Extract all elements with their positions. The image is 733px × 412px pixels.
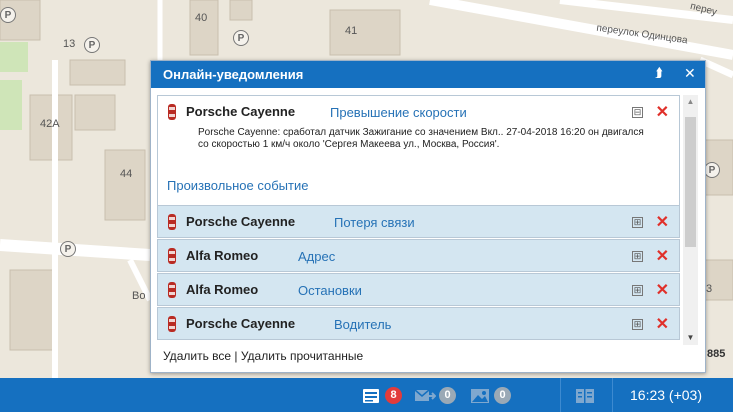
custom-event-link[interactable]: Произвольное событие: [167, 178, 308, 193]
close-panel-icon[interactable]: ✕: [684, 65, 696, 82]
event-type: Адрес: [298, 249, 336, 264]
vehicle-name: Alfa Romeo: [186, 248, 259, 263]
mail-forward-icon: [414, 389, 436, 401]
parking-icon[interactable]: P: [233, 30, 249, 46]
delete-read-link[interactable]: Удалить прочитанные: [241, 349, 363, 363]
notification-description: Porsche Cayenne: сработал датчик Зажиган…: [198, 127, 644, 150]
taskbar-divider: [560, 378, 561, 412]
parking-icon[interactable]: P: [84, 37, 100, 53]
map-label-building-3: 3: [706, 283, 713, 295]
car-icon: [168, 248, 176, 264]
parking-icon[interactable]: P: [0, 7, 16, 23]
car-icon: [168, 104, 176, 120]
notification-item[interactable]: Porsche Cayenne Водитель ⊞ ✕: [157, 307, 680, 340]
delete-item-button[interactable]: ✕: [656, 280, 669, 300]
messages-button[interactable]: 0: [414, 387, 460, 405]
notification-item[interactable]: Alfa Romeo Остановки ⊞ ✕: [157, 273, 680, 306]
event-type: Остановки: [298, 283, 362, 298]
car-icon: [168, 282, 176, 298]
panels-icon: [576, 389, 594, 403]
delete-item-button[interactable]: ✕: [656, 246, 669, 266]
notification-item-expanded[interactable]: Porsche Cayenne Превышение скорости ⊟ ✕ …: [157, 95, 680, 207]
images-button[interactable]: 0: [470, 387, 516, 405]
notifications-list[interactable]: Porsche Cayenne Превышение скорости ⊟ ✕ …: [157, 95, 680, 345]
images-count-badge: 0: [494, 387, 511, 404]
panel-header[interactable]: Онлайн-уведомления ⮭ ✕: [151, 61, 705, 88]
collapse-item-button[interactable]: ⊟: [632, 107, 643, 118]
online-notifications-panel: Онлайн-уведомления ⮭ ✕ Porsche Cayenne П…: [150, 60, 706, 373]
scroll-up-icon[interactable]: ▲: [683, 95, 698, 109]
vehicle-name: Alfa Romeo: [186, 282, 259, 297]
clock: 16:23 (+03): [630, 387, 702, 403]
event-type: Потеря связи: [334, 215, 415, 230]
vehicle-name: Porsche Cayenne: [186, 316, 296, 331]
map-label-building-13: 13: [63, 38, 76, 50]
status-taskbar: 8 0 0 16:23 (+03): [0, 378, 733, 412]
messages-count-badge: 0: [439, 387, 456, 404]
vehicle-name: Porsche Cayenne: [186, 214, 296, 229]
delete-item-button[interactable]: ✕: [656, 102, 669, 122]
map-label-building-40: 40: [195, 12, 208, 24]
expand-item-button[interactable]: ⊞: [632, 319, 643, 330]
scroll-down-icon[interactable]: ▼: [683, 331, 698, 345]
scrollbar[interactable]: ▲ ▼: [683, 95, 698, 345]
parking-icon[interactable]: P: [60, 241, 76, 257]
collapse-panel-icon[interactable]: ⮭: [655, 65, 663, 81]
notification-item[interactable]: Porsche Cayenne Потеря связи ⊞ ✕: [157, 205, 680, 238]
car-icon: [168, 316, 176, 332]
expand-item-button[interactable]: ⊞: [632, 217, 643, 228]
map-label-building-44: 44: [120, 168, 133, 180]
notifications-count-badge: 8: [385, 387, 402, 404]
notification-item[interactable]: Alfa Romeo Адрес ⊞ ✕: [157, 239, 680, 272]
event-type: Водитель: [334, 317, 392, 332]
panel-footer: Удалить все | Удалить прочитанные: [163, 349, 363, 363]
parking-icon[interactable]: P: [704, 162, 720, 178]
map-label-885: 885: [707, 348, 726, 360]
expand-item-button[interactable]: ⊞: [632, 285, 643, 296]
delete-all-link[interactable]: Удалить все: [163, 349, 231, 363]
car-icon: [168, 214, 176, 230]
scrollbar-thumb[interactable]: [685, 117, 696, 247]
map-label-building-41: 41: [345, 25, 358, 37]
expand-item-button[interactable]: ⊞: [632, 251, 643, 262]
event-type: Превышение скорости: [330, 105, 467, 120]
panel-title: Онлайн-уведомления: [163, 67, 304, 82]
delete-item-button[interactable]: ✕: [656, 212, 669, 232]
vehicle-name: Porsche Cayenne: [186, 104, 296, 119]
map-label-street-fragment: Во: [132, 290, 146, 302]
map-label-building-42a: 42А: [40, 118, 60, 130]
delete-item-button[interactable]: ✕: [656, 314, 669, 334]
taskbar-divider: [612, 378, 613, 412]
image-icon: [471, 389, 489, 403]
panels-toggle-button[interactable]: [575, 387, 597, 405]
footer-separator: |: [231, 349, 241, 363]
notifications-button[interactable]: 8: [362, 387, 408, 405]
notification-list-icon: [363, 389, 379, 403]
